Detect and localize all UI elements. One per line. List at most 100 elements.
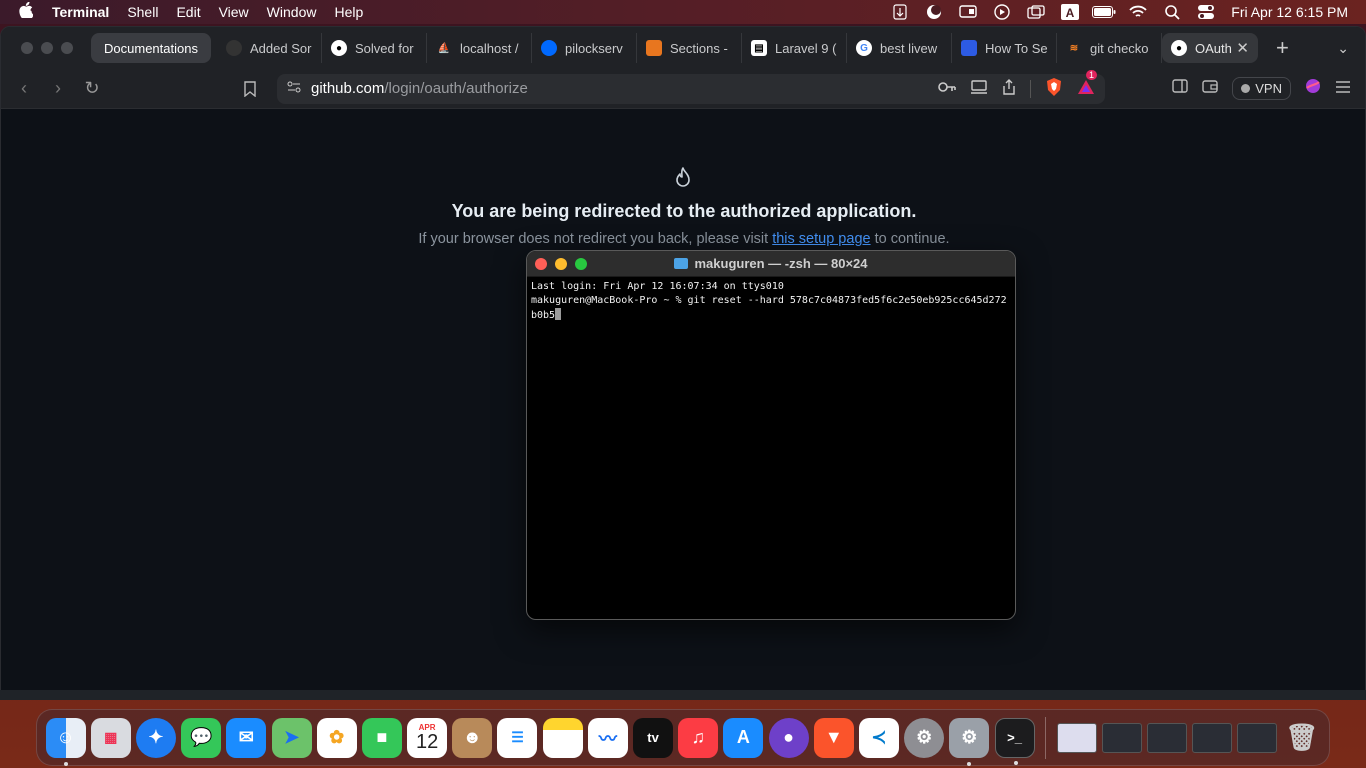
music-icon[interactable]: ♫ <box>678 717 719 758</box>
tab-oauth[interactable]: ● OAuth ✕ <box>1162 33 1258 63</box>
reminders-icon[interactable]: ☰ <box>497 717 538 758</box>
messages-icon[interactable]: 💬 <box>181 717 222 758</box>
bookmark-icon[interactable] <box>243 80 263 97</box>
tab-added-sor[interactable]: Added Sor <box>217 33 322 63</box>
system-preferences-icon[interactable]: ⚙ <box>949 717 990 766</box>
calendar-icon[interactable]: APR 12 <box>407 717 448 758</box>
launchpad-icon[interactable]: ▦ <box>90 717 131 758</box>
tab-pilockserv[interactable]: pilockserv <box>532 33 637 63</box>
terminal-close-button[interactable] <box>535 258 547 270</box>
folder-icon <box>674 258 689 269</box>
browser-toolbar: ‹ › ↻ github.com/login/oauth/authorize 1… <box>1 69 1365 109</box>
input-source-icon[interactable]: A <box>1053 4 1087 20</box>
tab-label: pilockserv <box>565 40 623 56</box>
terminal-titlebar[interactable]: makuguren — -zsh — 80×24 <box>527 251 1015 277</box>
freeform-icon[interactable]: 〰 <box>587 717 628 758</box>
rewards-badge: 1 <box>1086 69 1098 80</box>
site-settings-icon[interactable] <box>287 80 301 97</box>
menu-window[interactable]: Window <box>258 4 326 20</box>
address-bar[interactable]: github.com/login/oauth/authorize 1 <box>277 69 1105 104</box>
phpmyadmin-icon: ⛵ <box>437 42 451 54</box>
menu-view[interactable]: View <box>210 4 258 20</box>
wallet-icon[interactable] <box>1202 79 1218 98</box>
github-desktop-icon[interactable]: ● <box>768 717 809 758</box>
terminal-output[interactable]: Last login: Fri Apr 12 16:07:34 on ttys0… <box>527 277 1015 326</box>
wifi-icon[interactable] <box>1121 5 1155 19</box>
close-window-button[interactable] <box>21 42 33 54</box>
zoom-window-button[interactable] <box>61 42 73 54</box>
setup-page-link[interactable]: this setup page <box>772 231 870 247</box>
facetime-icon[interactable]: ■ <box>361 717 402 758</box>
app-menu-terminal[interactable]: Terminal <box>52 4 118 20</box>
minimized-window-thumbnail[interactable] <box>1146 722 1187 753</box>
terminal-window[interactable]: makuguren — -zsh — 80×24 Last login: Fri… <box>526 250 1016 620</box>
terminal-icon[interactable]: >_ <box>994 717 1035 765</box>
tab-list-chevron-icon[interactable]: ⌄ <box>1337 40 1349 57</box>
tab-localhost[interactable]: ⛵ localhost / <box>427 33 532 63</box>
tab-how-to[interactable]: How To Se <box>952 33 1057 63</box>
site-icon <box>961 40 977 56</box>
minimize-window-button[interactable] <box>41 42 53 54</box>
cast-icon[interactable] <box>970 79 988 98</box>
sidebar-toggle-icon[interactable] <box>1172 79 1188 98</box>
menu-shell[interactable]: Shell <box>118 4 167 20</box>
brave-shields-icon[interactable] <box>1045 77 1063 101</box>
github-icon <box>226 40 242 56</box>
finder-icon[interactable]: ☺ <box>45 717 86 766</box>
menu-clock[interactable]: Fri Apr 12 6:15 PM <box>1223 4 1348 20</box>
trash-icon[interactable]: 🗑 <box>1282 718 1322 758</box>
terminal-minimize-button[interactable] <box>555 258 567 270</box>
tab-label: best livew <box>880 40 938 56</box>
screen-mirror-icon[interactable] <box>1019 5 1053 19</box>
terminal-zoom-button[interactable] <box>575 258 587 270</box>
tab-laravel[interactable]: ▤ Laravel 9 ( <box>742 33 847 63</box>
menu-hamburger-icon[interactable] <box>1335 80 1351 98</box>
night-mode-icon[interactable] <box>917 4 951 20</box>
redirect-text-after: to continue. <box>870 231 950 247</box>
back-button[interactable]: ‹ <box>7 78 41 99</box>
minimized-window-thumbnail[interactable] <box>1101 722 1142 753</box>
tab-documentations[interactable]: Documentations <box>91 33 211 63</box>
stackoverflow-icon: ≋ <box>1069 42 1079 54</box>
minimized-window-thumbnail[interactable] <box>1056 722 1097 753</box>
reload-button[interactable]: ↻ <box>75 78 109 99</box>
terminal-cursor <box>555 308 562 320</box>
display-icon[interactable] <box>951 5 985 19</box>
contacts-icon[interactable]: ☻ <box>452 717 493 758</box>
tab-git-checkout[interactable]: ≋ git checko <box>1057 33 1162 63</box>
appstore-icon[interactable]: A <box>723 717 764 758</box>
brave-rewards-icon[interactable]: 1 <box>1077 69 1098 99</box>
notes-icon[interactable] <box>542 717 583 758</box>
menu-help[interactable]: Help <box>325 4 372 20</box>
maps-icon[interactable]: ➤ <box>271 717 312 758</box>
minimized-window-thumbnail[interactable] <box>1236 722 1277 753</box>
tab-solved-for[interactable]: ● Solved for <box>322 33 427 63</box>
menu-edit[interactable]: Edit <box>167 4 209 20</box>
tab-label: Documentations <box>104 40 198 56</box>
forward-button[interactable]: › <box>41 78 75 99</box>
vscode-icon[interactable]: ≺ <box>858 717 899 758</box>
apple-menu-icon[interactable] <box>0 1 52 23</box>
svg-text:A: A <box>1066 6 1075 20</box>
play-icon[interactable] <box>985 4 1019 20</box>
vpn-button[interactable]: VPN <box>1232 77 1291 100</box>
mail-icon[interactable]: ✉ <box>226 717 267 758</box>
spotlight-search-icon[interactable] <box>1155 4 1189 20</box>
safari-icon[interactable]: ✦ <box>135 717 176 758</box>
status-app-icon[interactable] <box>883 4 917 20</box>
password-key-icon[interactable] <box>938 80 956 97</box>
minimized-window-thumbnail[interactable] <box>1191 722 1232 753</box>
photos-icon[interactable]: ✿ <box>316 717 357 758</box>
appletv-icon[interactable]: tv <box>633 717 674 758</box>
share-icon[interactable] <box>1002 78 1016 99</box>
control-center-icon[interactable] <box>1189 5 1223 19</box>
leo-ai-icon[interactable] <box>1305 78 1321 99</box>
new-tab-button[interactable]: + <box>1276 35 1289 61</box>
tab-best-livew[interactable]: Gbest livew <box>847 33 952 63</box>
system-settings-icon[interactable]: ⚙ <box>904 717 945 758</box>
tab-sections[interactable]: Sections - <box>637 33 742 63</box>
brave-icon[interactable]: ▼ <box>813 717 854 758</box>
dock: ☺ ▦ ✦ 💬 ✉ ➤ ✿ ■ APR 12 ☻ ☰ 〰 tv ♫ A ● ▼ … <box>36 709 1330 766</box>
close-tab-icon[interactable]: ✕ <box>1236 39 1249 57</box>
battery-icon[interactable] <box>1087 6 1121 18</box>
